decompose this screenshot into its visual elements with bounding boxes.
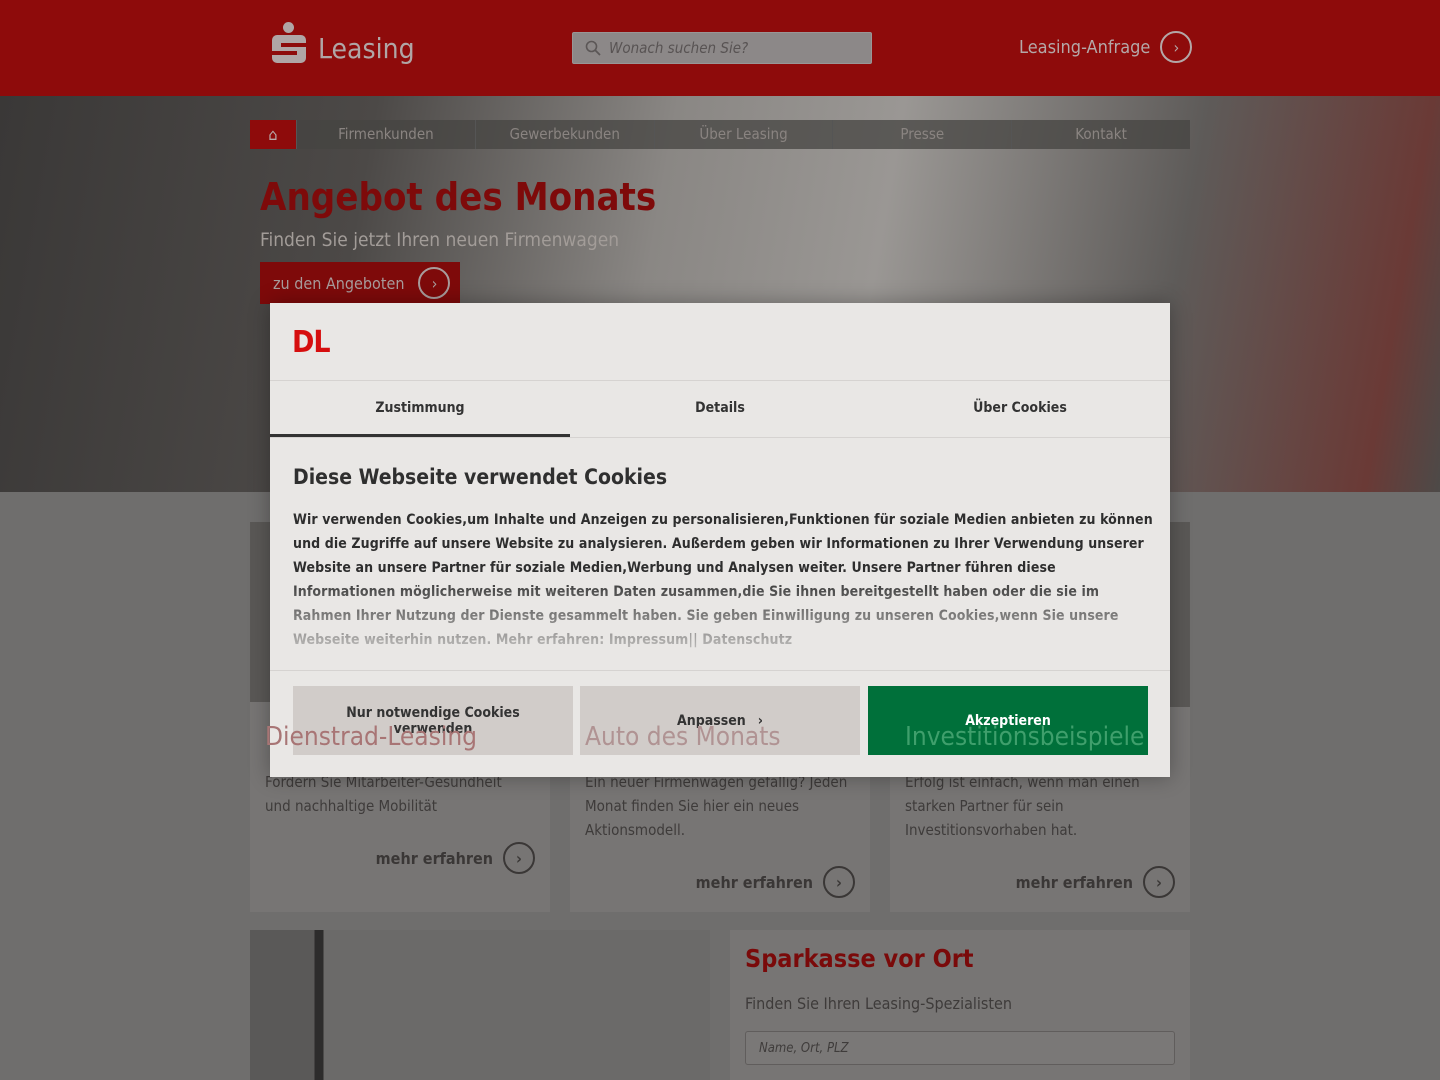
advisors-image <box>250 930 710 1080</box>
local-title: Sparkasse vor Ort <box>745 944 974 973</box>
leasing-anfrage-label: Leasing-Anfrage <box>1019 36 1151 58</box>
card-text: Erfolg ist einfach, wenn man einen stark… <box>905 773 1140 839</box>
main-nav: ⌂ Firmenkunden Gewerbekunden Über Leasin… <box>250 120 1190 149</box>
chevron-right-icon: › <box>1143 866 1175 898</box>
nav-firmenkunden[interactable]: Firmenkunden <box>296 120 475 149</box>
tab-details[interactable]: Details <box>570 381 870 437</box>
chevron-right-icon: › <box>823 866 855 898</box>
sparkasse-vor-ort: Sparkasse vor Ort Finden Sie Ihren Leasi… <box>730 930 1190 1080</box>
customize-button[interactable]: Anpassen › <box>580 686 860 755</box>
leasing-anfrage-link[interactable]: Leasing-Anfrage › <box>1019 31 1193 63</box>
accept-label: Akzeptieren <box>965 712 1051 729</box>
chevron-right-icon: › <box>503 842 535 874</box>
nav-presse[interactable]: Presse <box>832 120 1011 149</box>
customize-label: Anpassen <box>677 712 746 729</box>
search-icon <box>585 40 601 56</box>
chevron-right-icon: › <box>1160 31 1193 63</box>
location-search-input[interactable] <box>745 1031 1175 1065</box>
search-box <box>572 32 872 64</box>
sparkasse-leasing-logo[interactable]: Leasing <box>272 22 415 64</box>
more-label: mehr erfahren <box>375 848 493 868</box>
text-fade <box>270 573 1170 669</box>
offers-button[interactable]: zu den Angeboten › <box>260 262 460 304</box>
more-link[interactable]: mehr erfahren › <box>376 842 535 874</box>
tab-zustimmung[interactable]: Zustimmung <box>270 381 570 437</box>
nav-kontakt[interactable]: Kontakt <box>1011 120 1190 149</box>
offers-button-label: zu den Angeboten <box>273 273 405 293</box>
tab-ueber-cookies[interactable]: Über Cookies <box>870 381 1170 437</box>
nav-ueber-leasing[interactable]: Über Leasing <box>653 120 833 149</box>
header: Leasing Leasing-Anfrage › <box>0 0 1440 96</box>
necessary-label: Nur notwendige Cookies verwenden <box>346 704 520 737</box>
card-text: Fördern Sie Mitarbeiter-Gesundheit und n… <box>265 773 502 815</box>
consent-title: Diese Webseite verwendet Cookies <box>293 465 668 489</box>
home-icon[interactable]: ⌂ <box>250 120 296 149</box>
accept-button[interactable]: Akzeptieren <box>868 686 1148 755</box>
more-link[interactable]: mehr erfahren › <box>696 866 855 898</box>
local-text: Finden Sie Ihren Leasing-Spezialisten <box>745 994 1013 1013</box>
card-text: Ein neuer Firmenwagen gefällig? Jeden Mo… <box>585 773 848 839</box>
cookie-consent-dialog: DL Zustimmung Details Über Cookies Diese… <box>270 303 1170 777</box>
chevron-right-icon: › <box>757 712 763 729</box>
more-link[interactable]: mehr erfahren › <box>1016 866 1175 898</box>
search-input[interactable] <box>609 39 859 57</box>
more-label: mehr erfahren <box>695 872 813 892</box>
hero-subtitle: Finden Sie jetzt Ihren neuen Firmenwagen <box>260 229 620 251</box>
nav-gewerbekunden[interactable]: Gewerbekunden <box>474 120 654 149</box>
chevron-right-icon: › <box>418 267 451 299</box>
logo-text: Leasing <box>318 32 415 65</box>
hero-title: Angebot des Monats <box>260 175 657 219</box>
sparkasse-s-icon <box>272 22 306 64</box>
consent-tabs: Zustimmung Details Über Cookies <box>270 380 1170 438</box>
more-label: mehr erfahren <box>1015 872 1133 892</box>
dl-logo: DL <box>292 325 331 360</box>
necessary-cookies-button[interactable]: Nur notwendige Cookies verwenden <box>293 686 573 755</box>
divider <box>270 670 1170 671</box>
